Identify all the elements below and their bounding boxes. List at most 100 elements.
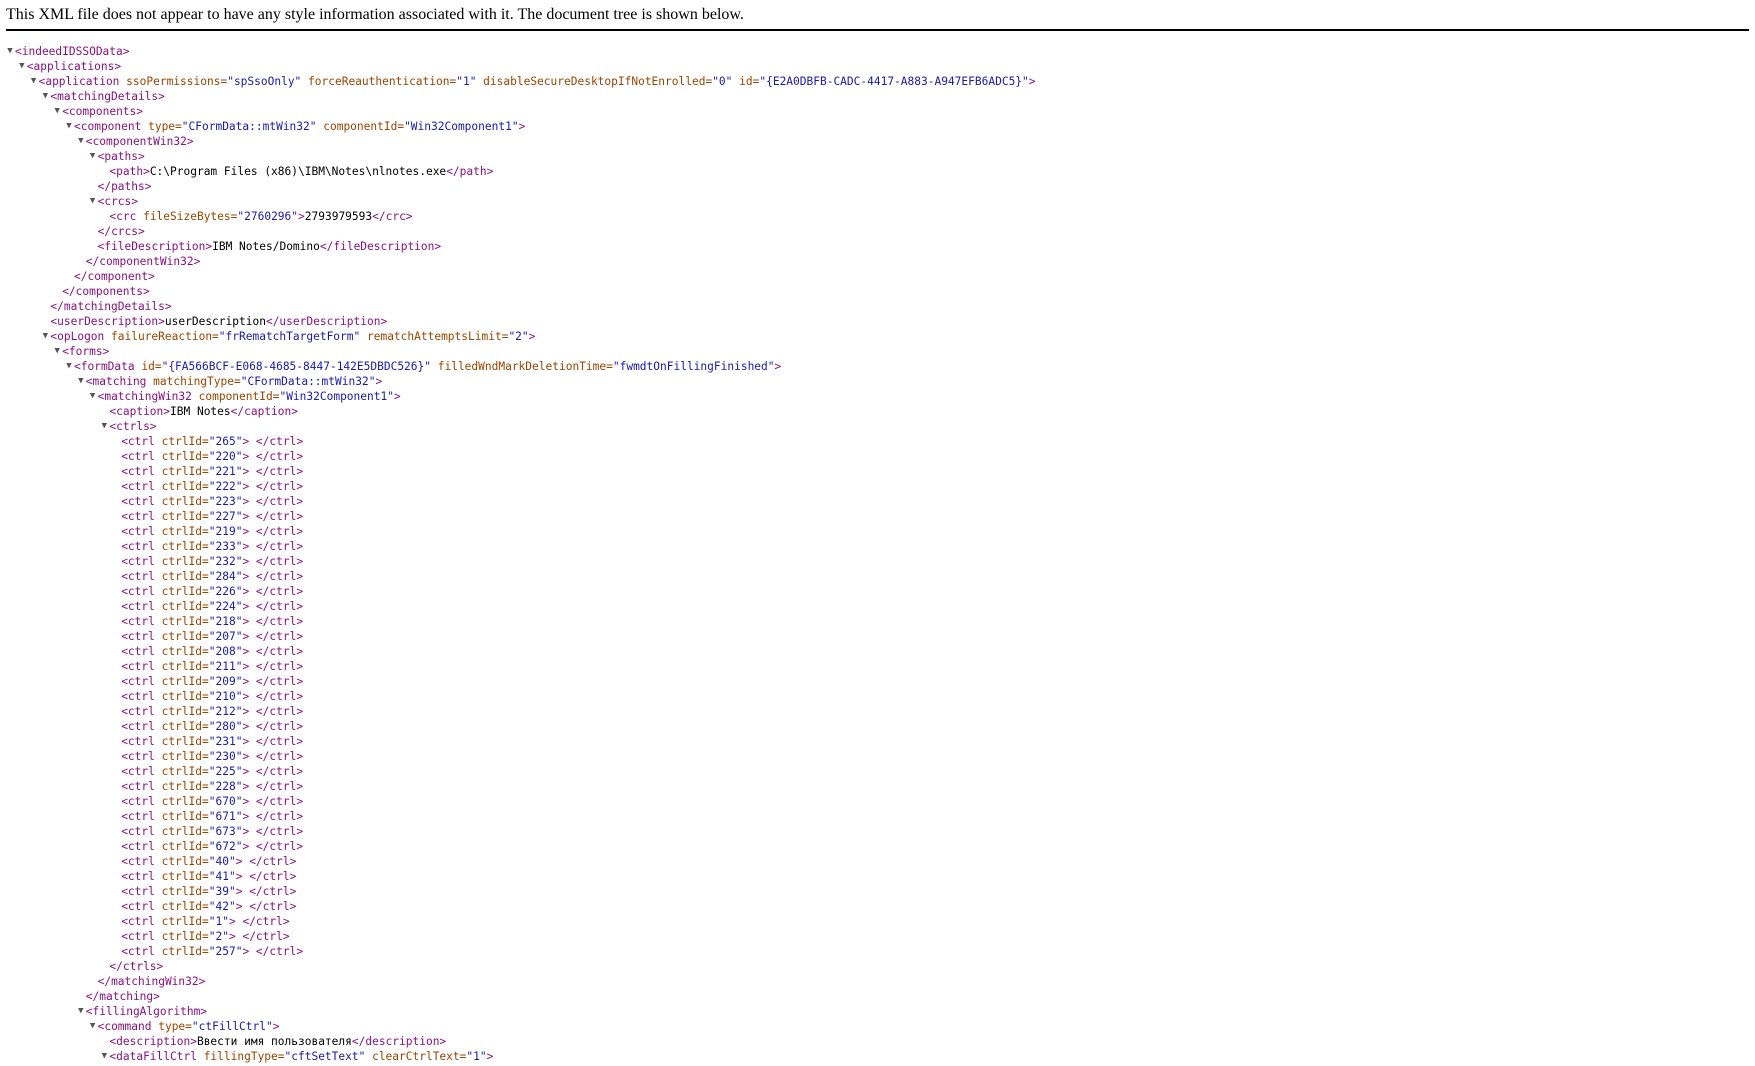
xml-line-content: <ctrl ctrlId="218"> </ctrl> — [121, 614, 303, 629]
xml-tag: <caption> — [109, 405, 171, 418]
xml-tag: > </ctrl> — [242, 795, 304, 808]
xml-line: ▼ <components> — [0, 104, 1755, 119]
xml-line-content: </crcs> — [98, 224, 145, 239]
xml-tag: > </ctrl> — [242, 810, 304, 823]
xml-attr-value: "1" — [208, 915, 229, 928]
xml-tag: <fillingAlgorithm> — [85, 1005, 208, 1018]
collapse-toggle-icon[interactable]: ▼ — [64, 359, 74, 374]
xml-line-content: <ctrl ctrlId="210"> </ctrl> — [121, 689, 303, 704]
collapse-toggle-icon[interactable]: ▼ — [40, 89, 50, 104]
xml-tag: <ctrl — [121, 615, 155, 628]
xml-attr-value: "{FA566BCF-E068-4685-8447-142E5DBDC526}" — [161, 360, 431, 373]
xml-tag: <ctrl — [121, 510, 155, 523]
xml-line: </componentWin32> — [0, 254, 1755, 269]
collapse-toggle-icon[interactable]: ▼ — [88, 194, 98, 209]
collapse-toggle-icon[interactable]: ▼ — [76, 1004, 86, 1019]
collapse-toggle-icon[interactable]: ▼ — [40, 329, 50, 344]
collapse-toggle-icon[interactable]: ▼ — [5, 44, 15, 59]
xml-attr-value: "41" — [208, 870, 236, 883]
xml-line: <ctrl ctrlId="1"> </ctrl> — [0, 914, 1755, 929]
xml-attr-value: "233" — [208, 540, 243, 553]
collapse-toggle-icon[interactable]: ▼ — [29, 74, 39, 89]
xml-tag: <ctrl — [121, 540, 155, 553]
xml-tag: <ctrl — [121, 450, 155, 463]
xml-attr-name: ctrlId= — [154, 705, 209, 718]
xml-line-content: </matching> — [86, 989, 160, 1004]
xml-attr-value: "226" — [208, 585, 243, 598]
xml-tag: > </ctrl> — [242, 450, 304, 463]
xml-attr-name: ctrlId= — [154, 645, 209, 658]
xml-line-content: <ctrl ctrlId="42"> </ctrl> — [121, 899, 296, 914]
xml-attr-value: "211" — [208, 660, 243, 673]
collapse-toggle-icon[interactable]: ▼ — [88, 1019, 98, 1034]
xml-line-content: <ctrl ctrlId="1"> </ctrl> — [121, 914, 289, 929]
xml-line-content: <ctrl ctrlId="2"> </ctrl> — [121, 929, 289, 944]
xml-attr-name: ctrlId= — [154, 720, 209, 733]
collapse-toggle-icon[interactable]: ▼ — [17, 59, 27, 74]
collapse-toggle-icon[interactable]: ▼ — [76, 134, 86, 149]
xml-attr-value: "208" — [208, 645, 243, 658]
xml-attr-name: ctrlId= — [154, 615, 209, 628]
xml-tag: <ctrl — [121, 825, 155, 838]
collapse-toggle-icon[interactable]: ▼ — [64, 119, 74, 134]
xml-line-content: <description>Ввести имя пользователя</de… — [109, 1034, 446, 1049]
xml-tag: <dataFillCtrl — [109, 1050, 197, 1063]
xml-attr-name: ctrlId= — [154, 780, 209, 793]
xml-line: </matchingDetails> — [0, 299, 1755, 314]
xml-tag: <ctrl — [121, 945, 155, 958]
xml-line: <ctrl ctrlId="42"> </ctrl> — [0, 899, 1755, 914]
xml-tag: > </ctrl> — [242, 465, 304, 478]
xml-line-content: <ctrl ctrlId="232"> </ctrl> — [121, 554, 303, 569]
xml-line-content: <matchingDetails> — [50, 89, 165, 104]
xml-tag: > </ctrl> — [228, 915, 290, 928]
xml-line: <ctrl ctrlId="671"> </ctrl> — [0, 809, 1755, 824]
xml-line-content: <crcs> — [98, 194, 138, 209]
xml-line-content: <ctrl ctrlId="209"> </ctrl> — [121, 674, 303, 689]
xml-line: <ctrl ctrlId="212"> </ctrl> — [0, 704, 1755, 719]
collapse-toggle-icon[interactable]: ▼ — [52, 104, 62, 119]
xml-attr-name: ctrlId= — [154, 900, 209, 913]
xml-tag: <ctrl — [121, 570, 155, 583]
xml-line-content: <ctrl ctrlId="41"> </ctrl> — [121, 869, 296, 884]
xml-text: IBM Notes/Domino — [212, 240, 320, 253]
collapse-toggle-icon[interactable]: ▼ — [88, 149, 98, 164]
xml-tag: > — [298, 210, 305, 223]
collapse-toggle-icon[interactable]: ▼ — [88, 389, 98, 404]
xml-line: ▼ <indeedIDSSOData> — [0, 44, 1755, 59]
xml-line: <ctrl ctrlId="224"> </ctrl> — [0, 599, 1755, 614]
collapse-toggle-icon[interactable]: ▼ — [76, 374, 86, 389]
xml-tag: <ctrl — [121, 495, 155, 508]
xml-tag: <description> — [109, 1035, 197, 1048]
xml-tag: > — [518, 120, 526, 133]
xml-line: ▼ <componentWin32> — [0, 134, 1755, 149]
xml-line-content: </paths> — [98, 179, 152, 194]
xml-line-content: <componentWin32> — [86, 134, 194, 149]
xml-line: <ctrl ctrlId="225"> </ctrl> — [0, 764, 1755, 779]
xml-attr-name: ctrlId= — [154, 555, 209, 568]
xml-line-content: <fileDescription>IBM Notes/Domino</fileD… — [98, 239, 442, 254]
collapse-toggle-icon[interactable]: ▼ — [99, 1049, 109, 1064]
xml-attr-name: clearCtrlText= — [365, 1050, 467, 1063]
xml-attr-name: ctrlId= — [154, 585, 209, 598]
xml-tag: <ctrl — [121, 780, 155, 793]
xml-line-content: </components> — [62, 284, 150, 299]
xml-tag: <formData — [74, 360, 135, 373]
xml-line: <ctrl ctrlId="221"> </ctrl> — [0, 464, 1755, 479]
xml-line-content: <userDescription>userDescription</userDe… — [50, 314, 387, 329]
xml-attr-value: "227" — [208, 510, 243, 523]
xml-attr-name: ctrlId= — [154, 465, 209, 478]
xml-tag: > </ctrl> — [242, 615, 304, 628]
xml-line: <userDescription>userDescription</userDe… — [0, 314, 1755, 329]
xml-line-content: <ctrl ctrlId="223"> </ctrl> — [121, 494, 303, 509]
xml-line-content: <ctrl ctrlId="207"> </ctrl> — [121, 629, 303, 644]
xml-attr-value: "CFormData::mtWin32" — [240, 375, 376, 388]
xml-tag: <command — [97, 1020, 152, 1033]
xml-attr-name: failureReaction= — [104, 330, 219, 343]
xml-tag: </components> — [62, 285, 150, 298]
xml-attr-value: "fwmdtOnFillingFinished" — [612, 360, 775, 373]
collapse-toggle-icon[interactable]: ▼ — [52, 344, 62, 359]
xml-line: ▼ <dataFillCtrl fillingType="cftSetText" … — [0, 1049, 1755, 1064]
xml-tag: > </ctrl> — [242, 600, 304, 613]
xml-attr-name: type= — [151, 1020, 192, 1033]
collapse-toggle-icon[interactable]: ▼ — [99, 419, 109, 434]
